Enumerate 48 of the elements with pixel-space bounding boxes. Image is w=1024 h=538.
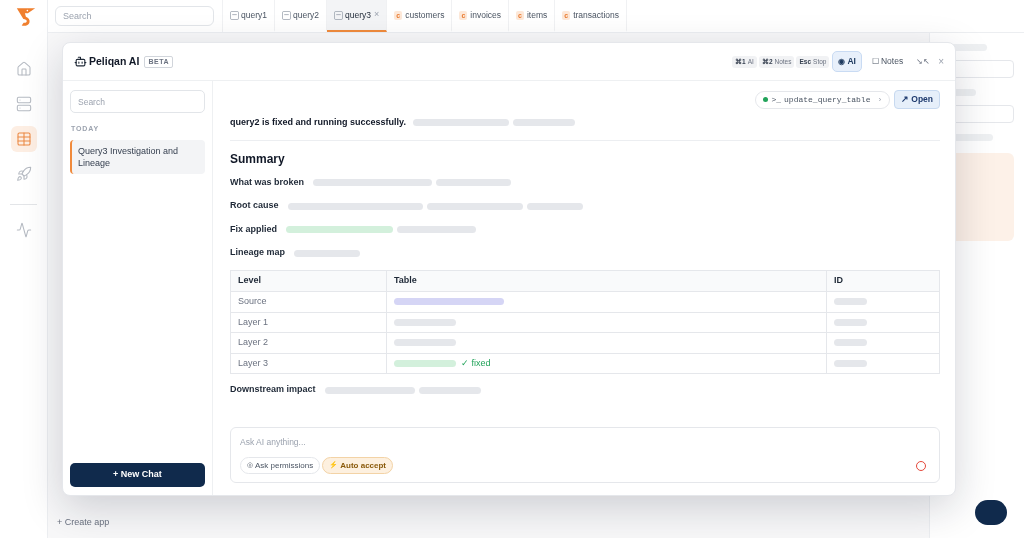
skeleton-bar [834, 318, 867, 326]
skeleton-bar [512, 119, 575, 127]
logo-icon [15, 5, 37, 28]
activity-icon [15, 222, 32, 238]
collapse-button[interactable]: ↘↖ [916, 56, 931, 67]
skeleton-bar [394, 339, 456, 347]
summary-label: Downstream impact [230, 383, 316, 397]
column-header: Level [230, 270, 387, 292]
tool-call-chip[interactable]: >_ update_query_table › [755, 90, 891, 109]
window-icon [230, 10, 239, 20]
table-icon [15, 131, 32, 147]
window-icon [282, 10, 291, 20]
summary-heading: Summary [230, 150, 285, 167]
skeleton-bar [834, 298, 867, 306]
skeleton-bar [418, 386, 481, 394]
column-header: ID [826, 270, 940, 292]
chat-item[interactable]: Query3 Investigation and Lineage [70, 139, 205, 174]
skeleton-bar [394, 318, 456, 326]
window-icon [334, 10, 343, 20]
new-chat-button[interactable]: + New Chat [70, 463, 205, 487]
create-app-link[interactable]: + Create app [57, 515, 110, 529]
server-icon [15, 96, 32, 112]
search-field[interactable]: Search [55, 6, 214, 26]
skeleton-bar [526, 202, 583, 210]
column-header: Table [386, 270, 827, 292]
chat-search-field[interactable]: Search [70, 90, 205, 113]
summary-label: Fix applied [230, 222, 277, 236]
dialog-title: Peliqan AI [89, 53, 140, 69]
summary-label: Root cause [230, 199, 279, 213]
skeleton-bar [294, 249, 360, 257]
home-icon [15, 61, 32, 77]
table-cell: Source [230, 291, 387, 312]
summary-label: Lineage map [230, 246, 285, 260]
rocket-icon [15, 166, 32, 182]
skeleton-bar [834, 359, 867, 367]
tab[interactable]: query3 × [327, 0, 388, 32]
robot-icon [74, 55, 87, 68]
open-button[interactable]: ↗ Open [894, 90, 940, 109]
table-cell: Layer 1 [230, 312, 387, 333]
summary-label: What was broken [230, 175, 304, 189]
fixed-status: ✓ fixed [461, 356, 491, 370]
skeleton-bar [834, 339, 867, 347]
table-cell: Layer 2 [230, 332, 387, 353]
status-message: query2 is fixed and running successfully. [230, 116, 406, 129]
chat-input[interactable]: Ask AI anything... [240, 435, 930, 449]
table-cell: Layer 3 [230, 353, 387, 374]
nav-item[interactable] [10, 126, 37, 152]
skeleton-bar [394, 359, 456, 367]
